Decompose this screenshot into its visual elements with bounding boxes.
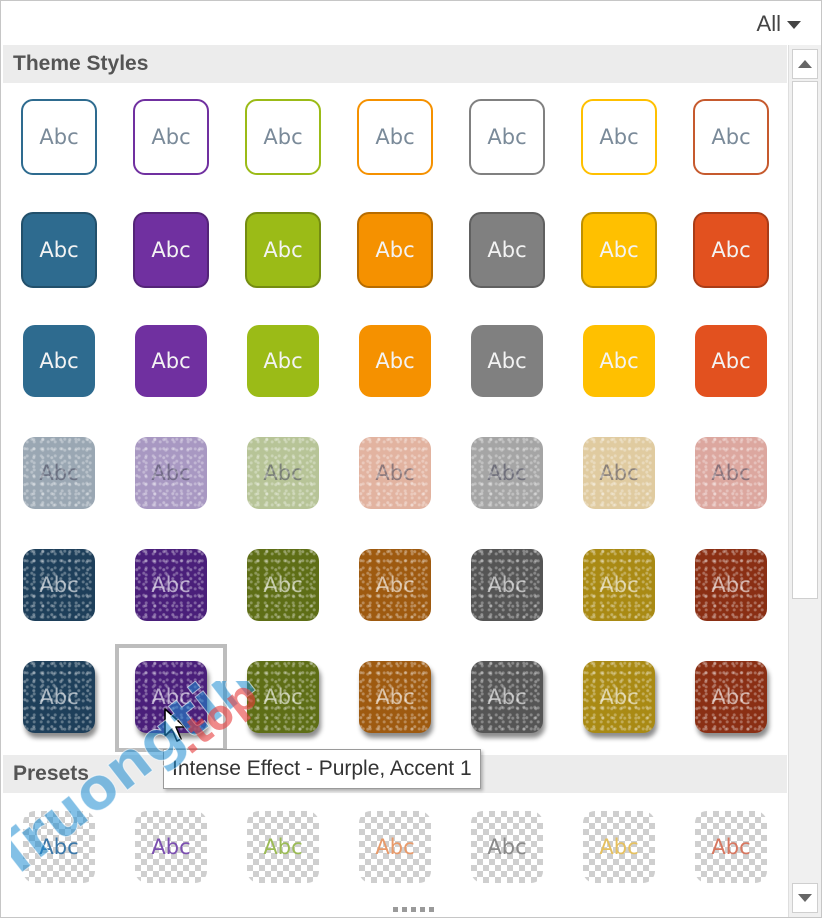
- style-tile[interactable]: Abc: [247, 325, 319, 397]
- preset-tile[interactable]: Abc: [23, 811, 95, 883]
- style-tile[interactable]: Abc: [695, 549, 767, 621]
- style-tile[interactable]: Abc: [357, 212, 433, 288]
- style-tile[interactable]: Abc: [581, 99, 657, 175]
- style-tile[interactable]: Abc: [469, 212, 545, 288]
- style-tile[interactable]: Abc: [471, 549, 543, 621]
- vertical-scrollbar[interactable]: [788, 45, 821, 917]
- style-row: Abc Abc Abc Abc Abc Abc Abc: [1, 212, 787, 324]
- preset-tile[interactable]: Abc: [359, 811, 431, 883]
- style-tile[interactable]: Abc: [245, 99, 321, 175]
- style-tile[interactable]: Abc: [245, 212, 321, 288]
- style-tile[interactable]: Abc: [695, 661, 767, 733]
- arrow-down-icon: [798, 894, 812, 902]
- style-tile[interactable]: Abc: [133, 212, 209, 288]
- style-tile[interactable]: Abc: [21, 99, 97, 175]
- style-tile[interactable]: Abc: [583, 661, 655, 733]
- scroll-thumb[interactable]: [792, 81, 818, 599]
- style-row: Abc Abc Abc Abc Abc Abc Abc: [1, 99, 787, 211]
- style-tile[interactable]: Abc: [247, 549, 319, 621]
- style-tile[interactable]: Abc: [581, 212, 657, 288]
- gallery-topbar: All: [1, 1, 821, 45]
- style-tooltip: Intense Effect - Purple, Accent 1: [163, 749, 481, 789]
- style-tile[interactable]: Abc: [469, 99, 545, 175]
- style-tile[interactable]: Abc: [471, 661, 543, 733]
- style-tile[interactable]: Abc: [471, 325, 543, 397]
- style-tile[interactable]: Abc: [23, 325, 95, 397]
- style-tile[interactable]: Abc: [21, 212, 97, 288]
- style-tile[interactable]: Abc: [693, 212, 769, 288]
- style-tile[interactable]: Abc: [583, 437, 655, 509]
- style-tile[interactable]: Abc: [357, 99, 433, 175]
- style-tile[interactable]: Abc: [133, 99, 209, 175]
- style-tile[interactable]: Abc: [359, 549, 431, 621]
- style-tile[interactable]: Abc: [359, 437, 431, 509]
- filter-dropdown[interactable]: All: [757, 11, 801, 37]
- scroll-up-button[interactable]: [792, 49, 818, 79]
- style-tile[interactable]: Abc: [23, 549, 95, 621]
- style-tile[interactable]: Abc: [135, 437, 207, 509]
- style-row: Abc Abc Abc Abc Abc Abc Abc: [1, 437, 787, 549]
- style-tile[interactable]: Abc: [693, 99, 769, 175]
- preset-tile[interactable]: Abc: [135, 811, 207, 883]
- style-tile[interactable]: Abc: [583, 549, 655, 621]
- style-tile[interactable]: Abc: [583, 325, 655, 397]
- filter-label: All: [756, 11, 781, 36]
- presets-grid: Abc Abc Abc Abc Abc Abc Abc: [1, 793, 787, 905]
- shape-styles-gallery: All Theme Styles Abc Abc Abc Abc Abc Abc Abc Ab…: [0, 0, 822, 918]
- section-header-theme-styles: Theme Styles: [3, 45, 787, 83]
- scroll-down-button[interactable]: [792, 883, 818, 913]
- mouse-pointer-icon: [164, 708, 186, 742]
- preset-tile[interactable]: Abc: [247, 811, 319, 883]
- preset-tile[interactable]: Abc: [583, 811, 655, 883]
- style-tile[interactable]: Abc: [135, 549, 207, 621]
- style-tile[interactable]: Abc: [359, 325, 431, 397]
- style-tile[interactable]: Abc: [23, 437, 95, 509]
- style-tile[interactable]: Abc: [247, 437, 319, 509]
- style-tile[interactable]: Abc: [359, 661, 431, 733]
- preset-tile[interactable]: Abc: [695, 811, 767, 883]
- style-tile[interactable]: Abc: [695, 325, 767, 397]
- style-tile[interactable]: Abc: [23, 661, 95, 733]
- style-tile[interactable]: Abc: [247, 661, 319, 733]
- style-row: Abc Abc Abc Abc Abc Abc Abc: [1, 325, 787, 437]
- resize-grip[interactable]: [393, 907, 434, 912]
- chevron-down-icon: [787, 21, 801, 29]
- style-tile[interactable]: Abc: [695, 437, 767, 509]
- style-tile[interactable]: Abc: [471, 437, 543, 509]
- arrow-up-icon: [798, 60, 812, 68]
- style-tile[interactable]: Abc: [135, 325, 207, 397]
- preset-tile[interactable]: Abc: [471, 811, 543, 883]
